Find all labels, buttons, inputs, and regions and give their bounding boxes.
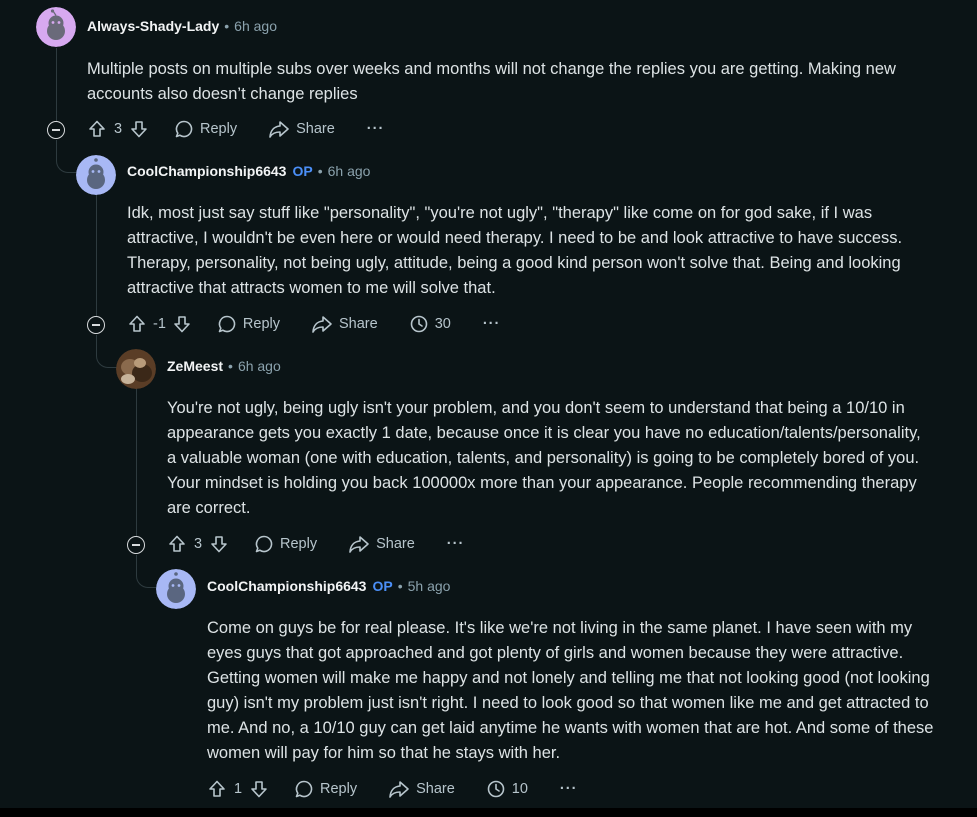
vote-score: -1 — [153, 316, 166, 332]
share-button[interactable]: Share — [388, 779, 455, 799]
share-label: Share — [416, 781, 455, 797]
author-name[interactable]: CoolChampionship6643 — [207, 577, 366, 595]
speech-bubble-icon — [255, 535, 273, 553]
separator-dot: • — [317, 163, 323, 179]
reply-label: Reply — [242, 316, 280, 332]
comment-actions: 1 Reply Share 10 ··· — [207, 775, 577, 803]
comment-meta: Always-Shady-Lady • 6h ago — [87, 17, 277, 35]
snoo-avatar-icon — [36, 7, 76, 47]
award-clock-icon — [410, 315, 427, 333]
comment-body: You're not ugly, being ugly isn't your p… — [167, 399, 921, 517]
upvote-icon[interactable] — [167, 534, 187, 554]
share-arrow-icon — [349, 536, 369, 553]
share-arrow-icon — [312, 316, 332, 333]
snoo-avatar-icon — [76, 155, 116, 195]
comment-body: Multiple posts on multiple subs over wee… — [87, 60, 896, 103]
separator-dot: • — [224, 18, 230, 34]
more-options-button[interactable]: ··· — [447, 536, 465, 552]
share-label: Share — [296, 121, 335, 137]
op-badge: OP — [372, 578, 393, 594]
reply-label: Reply — [280, 536, 318, 552]
comment-body: Come on guys be for real please. It's li… — [207, 619, 934, 762]
vote-group: 3 — [87, 119, 149, 139]
vote-score: 3 — [113, 121, 123, 137]
vote-score: 3 — [193, 536, 203, 552]
speech-bubble-icon — [175, 120, 193, 138]
snoo-avatar-icon — [156, 569, 196, 609]
thread-line — [96, 335, 117, 368]
author-name[interactable]: CoolChampionship6643 — [127, 162, 286, 180]
upvote-icon[interactable] — [127, 314, 147, 334]
avatar[interactable] — [76, 155, 116, 195]
more-options-button[interactable]: ··· — [367, 121, 385, 137]
timestamp[interactable]: 5h ago — [408, 577, 451, 595]
avatar[interactable] — [36, 7, 76, 47]
thread-line — [136, 388, 137, 536]
timestamp[interactable]: 6h ago — [238, 357, 281, 375]
award-button[interactable]: 30 — [409, 314, 451, 334]
comment-thread: Always-Shady-Lady • 6h ago Multiple post… — [0, 0, 977, 817]
comment-meta: ZeMeest • 6h ago — [167, 357, 281, 375]
user-photo-avatar-icon — [116, 349, 156, 389]
reply-button[interactable]: Reply — [254, 534, 317, 554]
timestamp[interactable]: 6h ago — [328, 162, 371, 180]
avatar[interactable] — [156, 569, 196, 609]
thread-line — [136, 555, 157, 588]
share-label: Share — [338, 316, 378, 332]
downvote-icon[interactable] — [209, 534, 229, 554]
reply-label: Reply — [320, 781, 358, 797]
author-name[interactable]: Always-Shady-Lady — [87, 17, 219, 35]
reply-button[interactable]: Reply — [174, 119, 237, 139]
comment-body: Idk, most just say stuff like "personali… — [127, 204, 903, 297]
thread-line — [56, 140, 77, 173]
downvote-icon[interactable] — [172, 314, 192, 334]
award-clock-icon — [487, 780, 505, 798]
comment-actions: -1 Reply Share 30 ··· — [127, 310, 500, 338]
share-arrow-icon — [389, 781, 409, 798]
comment-actions: 3 Reply Share ··· — [167, 530, 464, 558]
more-options-button[interactable]: ··· — [560, 781, 578, 797]
author-name[interactable]: ZeMeest — [167, 357, 223, 375]
share-arrow-icon — [269, 121, 289, 138]
avatar[interactable] — [116, 349, 156, 389]
vote-group: -1 — [127, 314, 192, 334]
comment-meta: CoolChampionship6643 OP • 6h ago — [127, 162, 370, 180]
speech-bubble-icon — [295, 780, 313, 798]
comment-actions: 3 Reply Share ··· — [87, 115, 384, 143]
upvote-icon[interactable] — [207, 779, 227, 799]
separator-dot: • — [228, 358, 233, 374]
collapse-thread-button[interactable] — [127, 536, 145, 554]
reply-button[interactable]: Reply — [217, 314, 280, 334]
separator-dot: • — [397, 578, 403, 594]
award-button[interactable]: 10 — [486, 779, 528, 799]
collapse-thread-button[interactable] — [87, 316, 105, 334]
thread-line — [56, 48, 57, 121]
share-button[interactable]: Share — [311, 314, 378, 334]
upvote-icon[interactable] — [87, 119, 107, 139]
more-options-button[interactable]: ··· — [483, 316, 501, 332]
reply-button[interactable]: Reply — [294, 779, 357, 799]
thread-line — [96, 192, 97, 316]
vote-group: 1 — [207, 779, 269, 799]
timestamp[interactable]: 6h ago — [234, 17, 277, 35]
vote-group: 3 — [167, 534, 229, 554]
speech-bubble-icon — [218, 315, 236, 333]
award-count: 30 — [434, 316, 451, 332]
reply-label: Reply — [200, 121, 238, 137]
downvote-icon[interactable] — [129, 119, 149, 139]
op-badge: OP — [292, 163, 313, 179]
share-button[interactable]: Share — [268, 119, 335, 139]
share-button[interactable]: Share — [348, 534, 415, 554]
award-count: 10 — [511, 781, 528, 797]
share-label: Share — [376, 536, 415, 552]
comment-meta: CoolChampionship6643 OP • 5h ago — [207, 577, 450, 595]
bottom-edge-bar — [0, 808, 977, 817]
downvote-icon[interactable] — [249, 779, 269, 799]
collapse-thread-button[interactable] — [47, 121, 65, 139]
vote-score: 1 — [233, 781, 243, 797]
